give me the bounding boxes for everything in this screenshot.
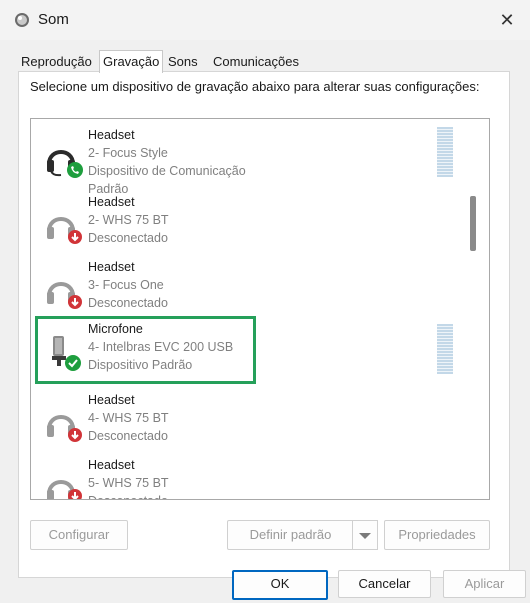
device-name: Headset [88,128,135,142]
device-detail: 4- WHS 75 BT [88,411,169,425]
disconnected-badge-icon [68,428,82,442]
default-check-badge-icon [65,355,81,371]
speaker-icon [15,13,29,27]
window-title: Som [38,11,69,28]
device-name: Headset [88,260,135,274]
device-detail: 2- WHS 75 BT [88,213,169,227]
device-status: Desconectado [88,429,168,443]
title-bar: Som ✕ [0,0,530,40]
device-name: Microfone [88,322,143,336]
list-item[interactable]: Headset 3- Focus One Desconectado [35,254,250,316]
device-detail: 3- Focus One [88,278,164,292]
chevron-down-icon [359,533,371,539]
device-detail: 2- Focus Style [88,146,168,160]
list-item[interactable]: Headset 2- Focus Style Dispositivo de Co… [35,122,250,196]
device-list[interactable]: Headset 2- Focus Style Dispositivo de Co… [30,118,490,500]
apply-button[interactable]: Aplicar [443,570,526,598]
device-status: Desconectado [88,296,168,310]
device-detail: 5- WHS 75 BT [88,476,169,490]
close-button[interactable]: ✕ [492,6,522,34]
close-icon: ✕ [499,10,515,30]
device-name: Headset [88,393,135,407]
list-item[interactable]: Headset 5- WHS 75 BT Desconectado [35,452,250,499]
device-status: Desconectado [88,231,168,245]
disconnected-badge-icon [68,230,82,244]
tab-sons[interactable]: Sons [165,52,201,72]
set-default-button[interactable]: Definir padrão [227,520,354,550]
configure-button[interactable]: Configurar [30,520,128,550]
tab-comunicacoes[interactable]: Comunicações [210,52,302,72]
device-status: Dispositivo Padrão [88,358,193,372]
instruction-text: Selecione um dispositivo de gravação aba… [30,79,480,94]
properties-button[interactable]: Propriedades [384,520,490,550]
ok-button[interactable]: OK [232,570,328,600]
tab-reproducao[interactable]: Reprodução [18,52,95,72]
disconnected-badge-icon [68,295,82,309]
disconnected-badge-icon [68,489,82,499]
set-default-dropdown[interactable] [352,520,378,550]
level-meter [437,127,453,177]
device-detail: 4- Intelbras EVC 200 USB [88,340,234,354]
list-item-selected[interactable]: Microfone 4- Intelbras EVC 200 USB Dispo… [35,316,256,384]
level-meter [437,324,453,374]
scrollbar-thumb[interactable] [470,196,476,251]
phone-badge-icon [67,162,83,178]
device-status: Desconectado [88,492,169,499]
device-name: Headset [88,195,135,209]
tab-gravacao[interactable]: Gravação [99,50,164,73]
list-item[interactable]: Headset 4- WHS 75 BT Desconectado [35,387,250,449]
list-item[interactable]: Headset 2- WHS 75 BT Desconectado [35,189,250,251]
device-name: Headset [88,458,135,472]
cancel-button[interactable]: Cancelar [338,570,431,598]
